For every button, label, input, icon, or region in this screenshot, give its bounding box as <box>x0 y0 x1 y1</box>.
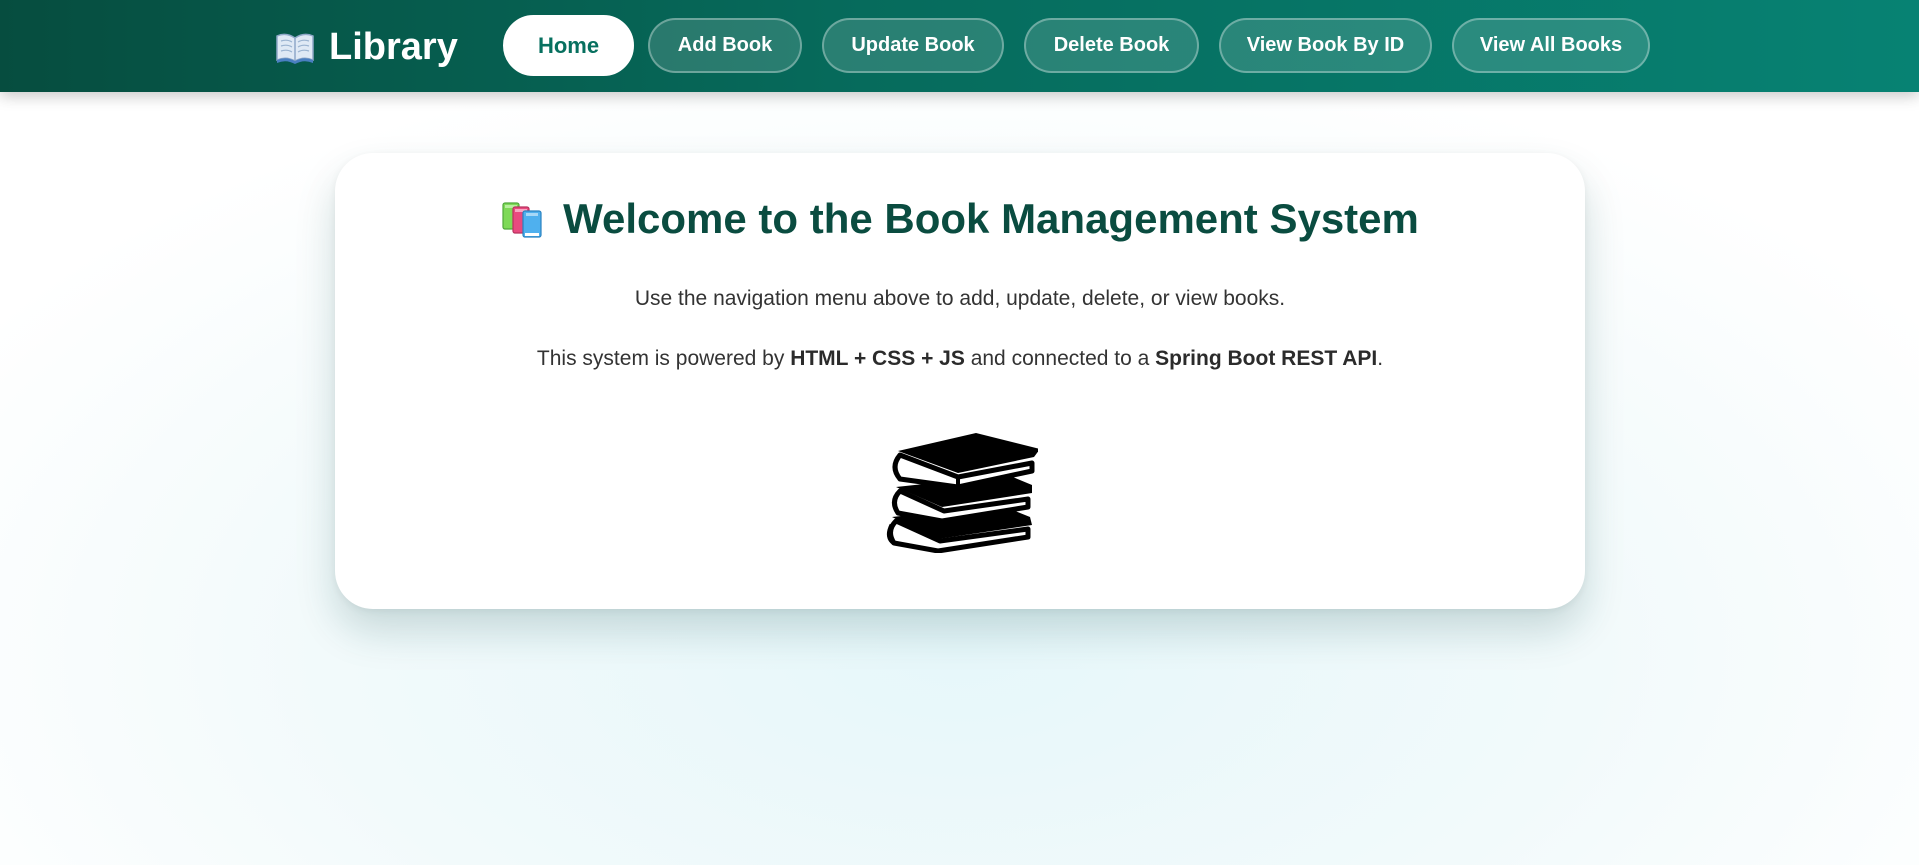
tech-suffix: . <box>1377 347 1384 370</box>
brand[interactable]: Library <box>275 24 458 70</box>
nav-view-all-books-button[interactable]: View All Books <box>1452 18 1650 73</box>
nav-home-button[interactable]: Home <box>503 15 634 76</box>
tech-backend: Spring Boot REST API <box>1155 347 1378 370</box>
nav-delete-book-button[interactable]: Delete Book <box>1024 18 1199 73</box>
tech-frontend: HTML + CSS + JS <box>790 347 965 370</box>
open-book-icon <box>276 33 314 64</box>
brand-label: Library <box>329 25 458 68</box>
tech-prefix: This system is powered by <box>536 347 791 370</box>
books-icon <box>502 202 542 238</box>
top-navbar: Library Home Add Book Update Book Delete… <box>0 0 1919 92</box>
nav-view-book-by-id-button[interactable]: View Book By ID <box>1219 18 1432 73</box>
page-title-text: Welcome to the Book Management System <box>563 195 1419 242</box>
nav-update-book-button[interactable]: Update Book <box>822 18 1004 73</box>
book-stack-icon <box>886 433 1038 553</box>
nav-add-book-button[interactable]: Add Book <box>648 18 802 73</box>
page-title: Welcome to the Book Management System <box>335 195 1585 243</box>
tech-middle: and connected to a <box>964 347 1156 370</box>
tech-stack-text: This system is powered by HTML + CSS + J… <box>335 347 1585 371</box>
intro-text: Use the navigation menu above to add, up… <box>634 287 1286 310</box>
welcome-card: Welcome to the Book Management System Us… <box>335 153 1585 609</box>
